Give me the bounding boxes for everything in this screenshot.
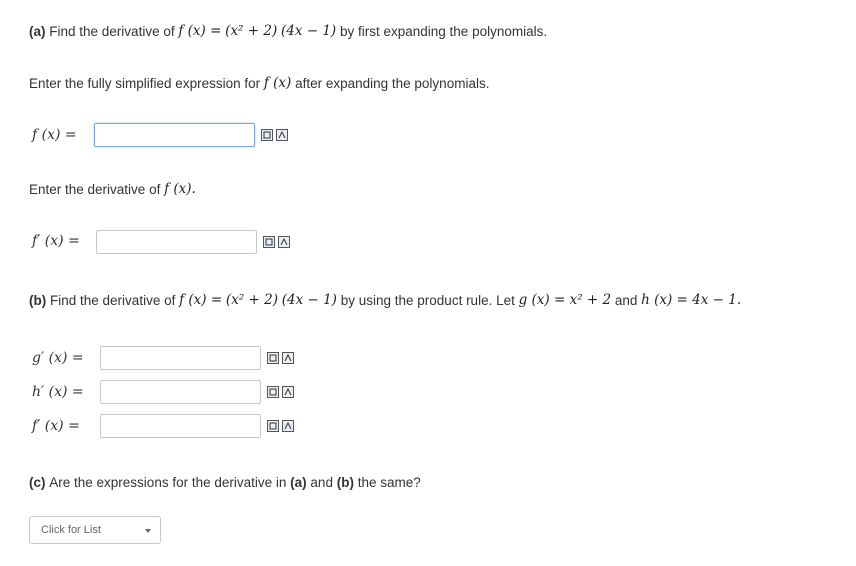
part-a-text-2: by first expanding the polynomials. (339, 23, 548, 39)
answer-dropdown[interactable]: Click for List (29, 516, 161, 544)
help-icon[interactable] (278, 236, 290, 248)
part-b-question: (b) Find the derivative of f (x) = (x² +… (29, 287, 741, 313)
part-c-text-1: Are the expressions for the derivative i… (49, 474, 287, 490)
gprime-input-tools (267, 352, 294, 364)
help-icon[interactable] (282, 420, 294, 432)
gprime-input[interactable] (100, 346, 261, 370)
instruction-expand-text-2: after expanding the polynomials. (295, 75, 490, 91)
part-b-text-1: Find the derivative of (50, 292, 176, 308)
part-c-text-3: the same? (357, 474, 421, 490)
f-input-tools (261, 129, 288, 141)
instruction-derivative-f-of-x: f (x). (164, 181, 196, 197)
chevron-down-icon (145, 529, 151, 533)
fprime-a-input-tools (263, 236, 290, 248)
preview-icon[interactable] (267, 420, 279, 432)
fprime-b-input[interactable] (100, 414, 261, 438)
preview-icon[interactable] (267, 352, 279, 364)
fprime-b-input-tools (267, 420, 294, 432)
hprime-input[interactable] (100, 380, 261, 404)
preview-icon[interactable] (263, 236, 275, 248)
part-a-tag: (a) (29, 23, 46, 39)
part-c-ref-a: (a) (290, 474, 307, 490)
help-icon[interactable] (276, 129, 288, 141)
fprime-b-label: f′ (x) = (32, 418, 80, 434)
part-b-g-def: g (x) = x² + 2 (518, 292, 612, 308)
fprime-a-input[interactable] (96, 230, 257, 254)
part-a-text-1: Find the derivative of (49, 23, 175, 39)
part-a-question: (a) Find the derivative of f (x) = (x² +… (29, 18, 547, 44)
instruction-derivative-text-1: Enter the derivative of (29, 181, 161, 197)
part-c-ref-b: (b) (336, 474, 354, 490)
help-icon[interactable] (282, 386, 294, 398)
part-b-tag: (b) (29, 292, 47, 308)
part-c-question: (c) Are the expressions for the derivati… (29, 472, 421, 492)
hprime-label: h′ (x) = (32, 384, 84, 400)
answer-dropdown-placeholder: Click for List (41, 524, 101, 536)
part-b-factor-1: (x² + 2) (225, 292, 278, 308)
part-b-f-of-x: f (x) = (179, 292, 223, 308)
part-c-text-2: and (310, 474, 333, 490)
preview-icon[interactable] (261, 129, 273, 141)
part-a-factor-2: (4x − 1) (280, 23, 337, 39)
f-input[interactable] (94, 123, 255, 147)
preview-icon[interactable] (267, 386, 279, 398)
fprime-a-label: f′ (x) = (32, 233, 80, 249)
part-b-text-3: and (614, 292, 638, 308)
instruction-expand-f-of-x: f (x) (263, 75, 292, 91)
instruction-expand: Enter the fully simplified expression fo… (29, 73, 489, 93)
help-icon[interactable] (282, 352, 294, 364)
part-b-factor-2: (4x − 1) (281, 292, 337, 308)
f-label: f (x) = (32, 127, 77, 143)
instruction-derivative: Enter the derivative of f (x). (29, 179, 196, 199)
gprime-label: g′ (x) = (32, 350, 84, 366)
part-b-h-def: h (x) = 4x − 1. (641, 292, 742, 308)
part-a-f-of-x: f (x) = (178, 23, 222, 39)
instruction-expand-text-1: Enter the fully simplified expression fo… (29, 75, 261, 91)
part-c-tag: (c) (29, 474, 46, 490)
part-a-factor-1: (x² + 2) (225, 23, 278, 39)
part-b-text-2: by using the product rule. Let (340, 292, 515, 308)
hprime-input-tools (267, 386, 294, 398)
